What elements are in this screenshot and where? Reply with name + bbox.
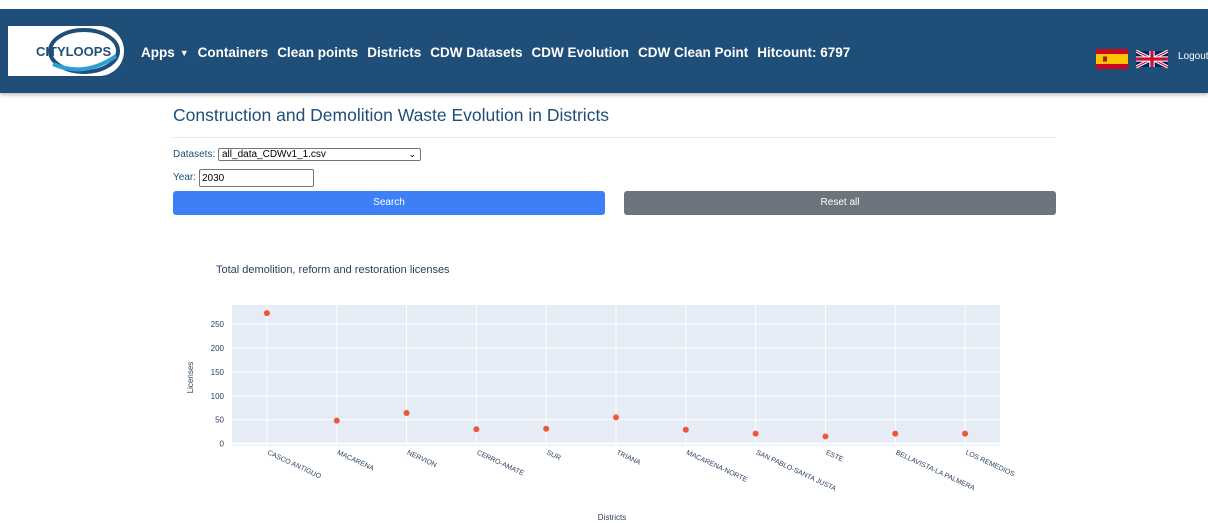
y-tick-label: 100 xyxy=(211,392,225,401)
x-tick-label: SUR xyxy=(545,449,561,462)
data-point xyxy=(962,430,969,437)
x-axis-label: Districts xyxy=(598,513,626,522)
licenses-scatter-chart: 0 50 100 150 200 250 CASCO ANTIGUO MACARENA NERV… xyxy=(186,305,1016,522)
x-tick-label: SAN PABLO-SANTA JUSTA xyxy=(755,449,838,492)
data-point xyxy=(543,425,550,432)
y-tick-label: 50 xyxy=(215,416,224,425)
x-tick-label: CASCO ANTIGUO xyxy=(266,449,322,480)
data-point xyxy=(613,414,619,421)
data-point xyxy=(473,426,480,433)
x-tick-label: CERRO-AMATE xyxy=(476,449,526,477)
data-point xyxy=(822,433,829,440)
y-axis-label: Licenses xyxy=(186,362,195,394)
x-tick-label: TRIANA xyxy=(615,449,642,466)
x-tick-label: BELLAVISTA-LA PALMERA xyxy=(894,449,976,492)
x-tick-label: MACARENA xyxy=(336,449,375,472)
data-point xyxy=(403,410,410,417)
data-point xyxy=(682,426,689,433)
y-tick-label: 200 xyxy=(211,344,225,353)
y-tick-label: 0 xyxy=(220,440,225,449)
data-point xyxy=(752,430,759,437)
x-tick-label: LOS REMEDIOS xyxy=(964,449,1016,478)
x-tick-label: NERVION xyxy=(406,449,438,469)
data-point xyxy=(333,417,340,424)
data-point xyxy=(263,310,270,317)
data-point xyxy=(892,430,899,437)
y-tick-label: 250 xyxy=(211,320,225,329)
x-tick-label: ESTE xyxy=(825,449,845,463)
x-tick-label: MACARENA-NORTE xyxy=(685,449,748,484)
y-tick-label: 150 xyxy=(211,368,225,377)
